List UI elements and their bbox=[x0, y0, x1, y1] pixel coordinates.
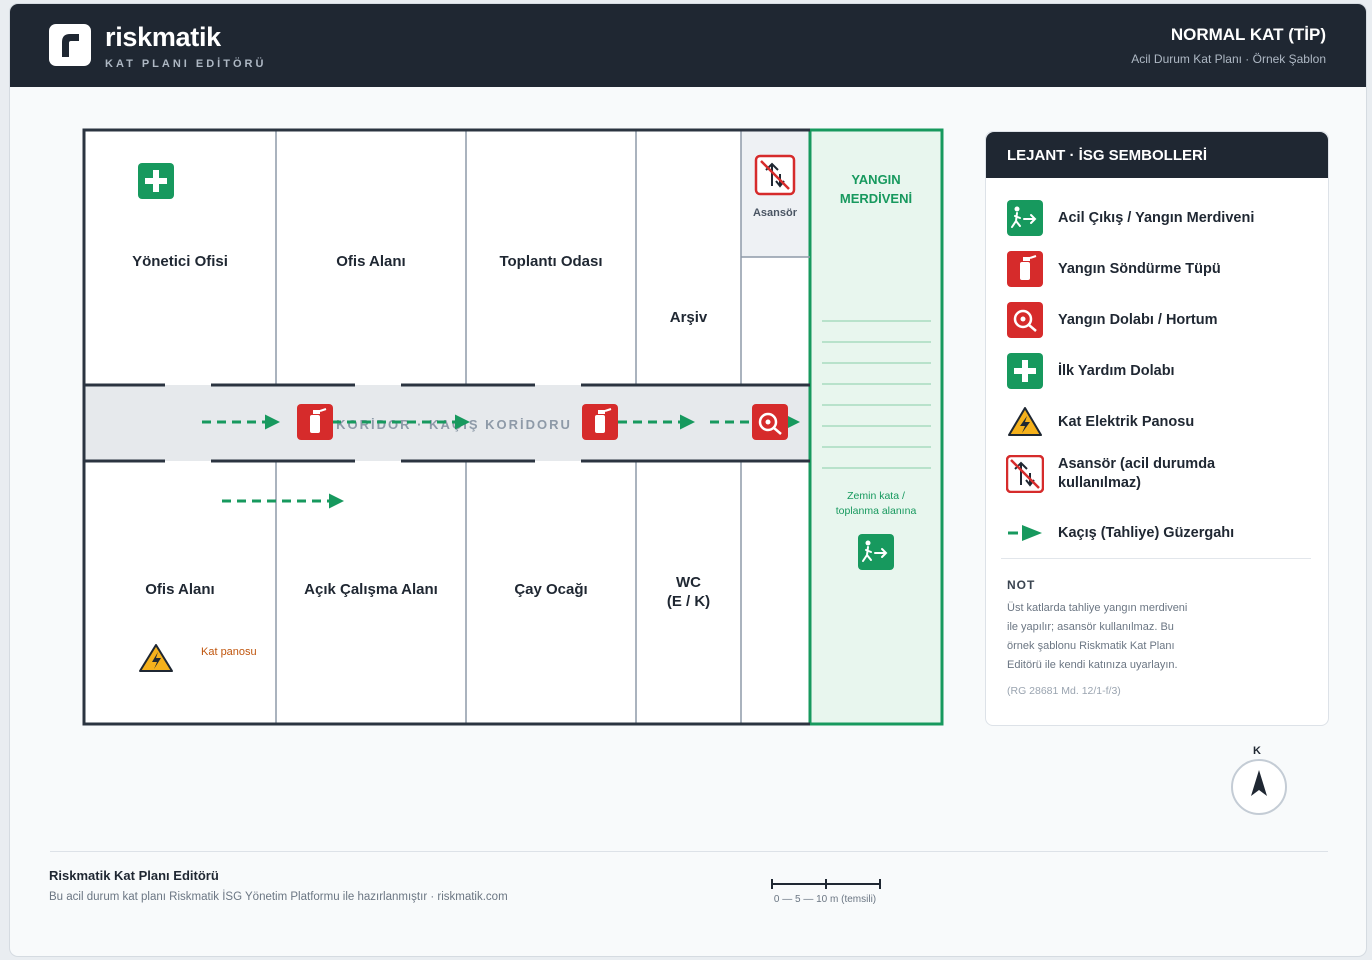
elevator-label: Asansör bbox=[753, 207, 798, 219]
legend-panel: LEJANT · İSG SEMBOLLERİ Acil Çıkış / Yan… bbox=[985, 131, 1329, 726]
legend-item: İlk Yardım Dolabı bbox=[1006, 352, 1175, 390]
legend-label: Acil Çıkış / Yangın Merdiveni bbox=[1058, 209, 1255, 226]
assembly-note-line2: toplanma alanına bbox=[836, 505, 917, 517]
note-line: Üst katlarda tahliye yangın merdiveni bbox=[1007, 602, 1188, 614]
wc-label-line1: WC bbox=[676, 574, 701, 591]
legend-item: Kaçış (Tahliye) Güzergahı bbox=[1006, 514, 1234, 552]
wc-label: WC (E / K) bbox=[636, 573, 741, 611]
legend-item: Acil Çıkış / Yangın Merdiveni bbox=[1006, 199, 1254, 237]
room-label: Arşiv bbox=[669, 309, 708, 326]
legend-item: Yangın Söndürme Tüpü bbox=[1006, 250, 1221, 288]
note-title: NOT bbox=[1007, 578, 1036, 592]
room-label: Ofis Alanı bbox=[336, 253, 406, 270]
fire-stairwell bbox=[808, 128, 944, 726]
legend-label: İlk Yardım Dolabı bbox=[1058, 362, 1175, 379]
legend-label: Kaçış (Tahliye) Güzergahı bbox=[1058, 524, 1235, 541]
legend-item: Yangın Dolabı / Hortum bbox=[1006, 301, 1218, 339]
footer-divider bbox=[50, 851, 1328, 852]
note-line: Editörü ile kendi katınıza uyarlayın. bbox=[1007, 659, 1178, 671]
legend-label: Asansör (acil durumda kullanılmaz) bbox=[1058, 455, 1215, 493]
stairwell-label-line2: MERDİVENİ bbox=[840, 191, 912, 206]
room-label: Yönetici Ofisi bbox=[132, 253, 228, 270]
legend-divider bbox=[1001, 558, 1311, 559]
note-text: Üst katlarda tahliye yangın merdiveni il… bbox=[1007, 599, 1217, 675]
fire-hose-icon bbox=[1006, 301, 1044, 339]
escape-route-arrow-icon bbox=[1006, 514, 1044, 552]
legend-label: Yangın Dolabı / Hortum bbox=[1058, 311, 1218, 328]
stairwell-label-line1: YANGIN bbox=[851, 172, 900, 187]
footer-subtitle: Bu acil durum kat planı Riskmatik İSG Yö… bbox=[49, 891, 508, 903]
corridor-label: KORİDOR · KAÇIŞ KORİDORU bbox=[336, 417, 572, 432]
legend-label: Kat Elektrik Panosu bbox=[1058, 413, 1195, 430]
footer-title: Riskmatik Kat Planı Editörü bbox=[49, 868, 219, 883]
fire-hose-icon bbox=[752, 404, 788, 440]
fire-extinguisher-icon bbox=[297, 404, 333, 440]
north-arrow-icon bbox=[1231, 759, 1287, 815]
assembly-note-line1: Zemin kata / bbox=[847, 490, 905, 502]
fire-extinguisher-icon bbox=[1006, 250, 1044, 288]
legend-item: Kat Elektrik Panosu bbox=[1006, 403, 1194, 441]
legend-item: Asansör (acil durumda kullanılmaz) bbox=[1006, 455, 1215, 493]
legend-label-line2: kullanılmaz) bbox=[1058, 475, 1141, 491]
legend-title: LEJANT · İSG SEMBOLLERİ bbox=[1007, 147, 1208, 164]
note-line: örnek şablonu Riskmatik Kat Planı bbox=[1007, 640, 1175, 652]
room-label: Açık Çalışma Alanı bbox=[304, 581, 438, 598]
legend-label-line1: Asansör (acil durumda bbox=[1058, 456, 1216, 472]
legend-header: LEJANT · İSG SEMBOLLERİ bbox=[986, 132, 1328, 178]
scale-label: 0 — 5 — 10 m (temsili) bbox=[773, 894, 877, 905]
legend-label: Yangın Söndürme Tüpü bbox=[1058, 260, 1221, 277]
floor-plan-sheet: riskmatik KAT PLANI EDİTÖRÜ NORMAL KAT (… bbox=[10, 4, 1366, 956]
panel-note: Kat panosu bbox=[201, 646, 257, 658]
first-aid-icon bbox=[138, 163, 174, 199]
no-elevator-icon bbox=[1006, 455, 1044, 493]
first-aid-icon bbox=[1006, 352, 1044, 390]
room-label: Ofis Alanı bbox=[145, 581, 215, 598]
wc-label-line2: (E / K) bbox=[666, 593, 711, 610]
compass-label: K bbox=[1253, 745, 1261, 757]
no-elevator-icon bbox=[754, 154, 796, 196]
emergency-exit-icon bbox=[858, 534, 894, 570]
room-label: Çay Ocağı bbox=[514, 581, 588, 598]
electrical-panel-icon bbox=[1006, 403, 1044, 441]
scale-bar bbox=[771, 879, 881, 889]
note-line: ile yapılır; asansör kullanılmaz. Bu bbox=[1007, 621, 1174, 633]
fire-extinguisher-icon bbox=[582, 404, 618, 440]
regulation-reference: (RG 28681 Md. 12/1-f/3) bbox=[1007, 685, 1121, 697]
room-label: Toplantı Odası bbox=[499, 253, 603, 270]
emergency-exit-icon bbox=[1006, 199, 1044, 237]
